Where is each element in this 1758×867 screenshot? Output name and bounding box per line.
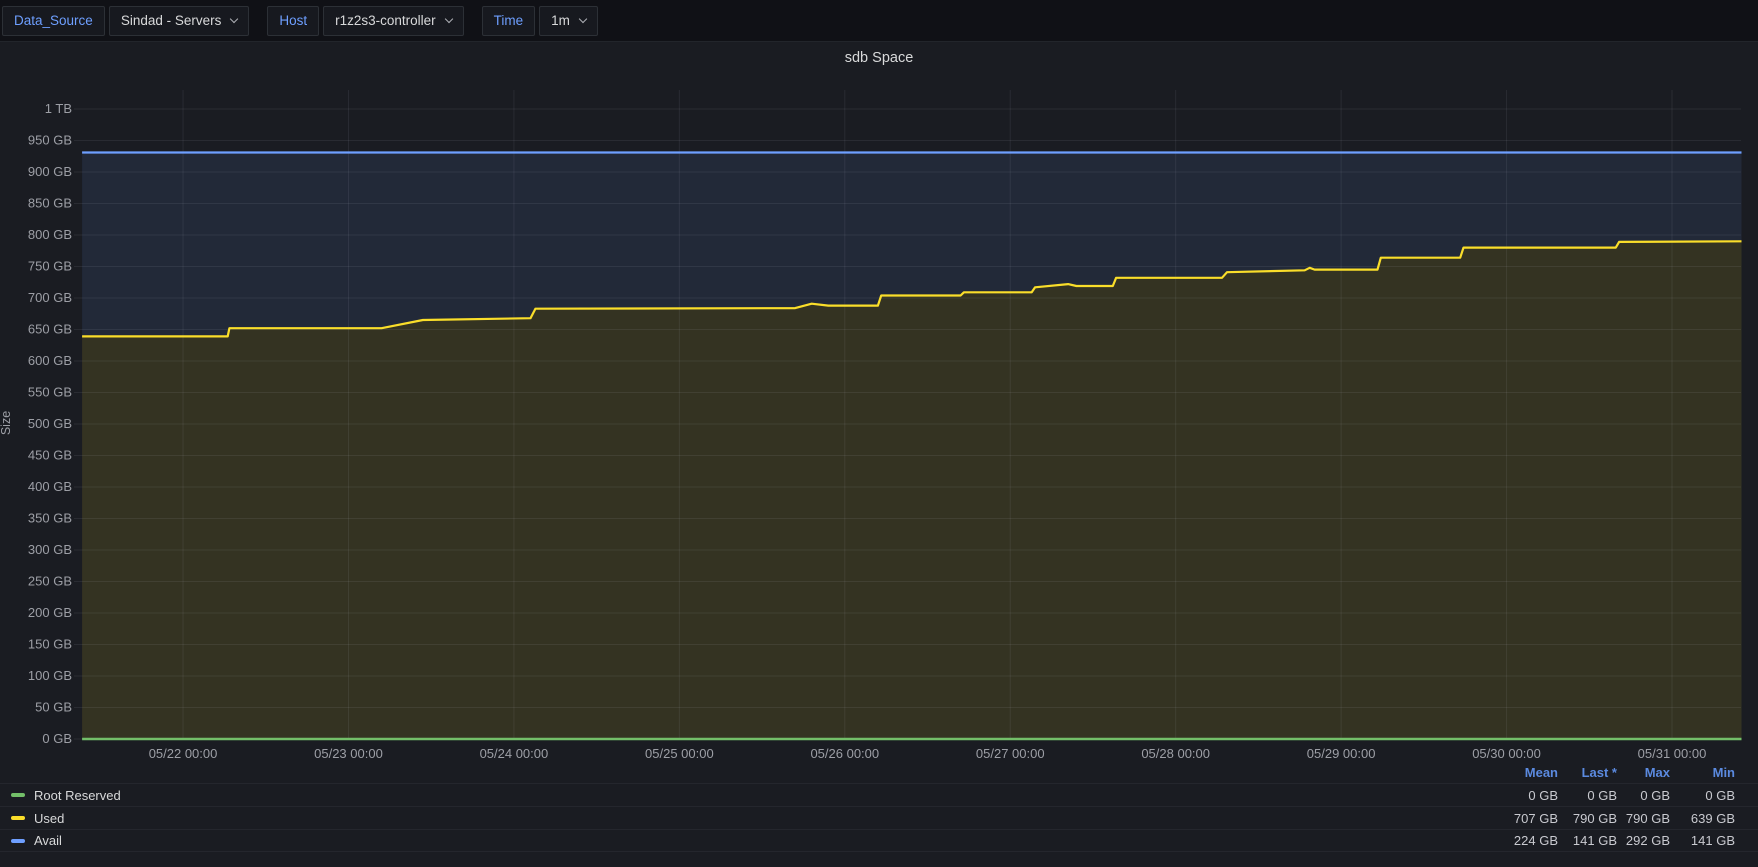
legend-stat-min: 0 GB — [1705, 787, 1735, 803]
y-axis-tick-label: 500 GB — [28, 416, 72, 431]
legend-row: Root Reserved 0 GB 0 GB 0 GB 0 GB — [0, 783, 1758, 806]
y-axis-tick-label: 650 GB — [28, 322, 72, 337]
y-axis-tick-label: 400 GB — [28, 479, 72, 494]
x-axis-tick-label: 05/25 00:00 — [645, 746, 714, 761]
y-axis-tick-label: 550 GB — [28, 385, 72, 400]
legend-table: Mean Last * Max Min Root Reserved 0 GB 0 G… — [0, 762, 1758, 852]
x-axis-tick-label: 05/28 00:00 — [1141, 746, 1210, 761]
legend-series-name: Root Reserved — [34, 787, 121, 803]
x-axis-tick-label: 05/27 00:00 — [976, 746, 1045, 761]
y-axis-tick-label: 250 GB — [28, 574, 72, 589]
legend-header-last[interactable]: Last * — [1558, 765, 1617, 780]
y-axis-tick-label: 750 GB — [28, 259, 72, 274]
y-axis-tick-label: 1 TB — [45, 101, 72, 116]
chart-svg[interactable]: 0 GB 50 GB 100 GB 150 GB 200 GB 250 GB 300 GB 3… — [0, 0, 1758, 867]
legend-stat-last: 0 GB — [1587, 787, 1617, 803]
y-axis-tick-label: 450 GB — [28, 448, 72, 463]
legend-series-label[interactable]: Avail — [0, 833, 1496, 848]
legend-stat-mean: 224 GB — [1513, 833, 1558, 848]
legend-stat-last: 141 GB — [1572, 833, 1617, 848]
x-axis-tick-label: 05/24 00:00 — [480, 746, 549, 761]
x-axis-tick-label: 05/31 00:00 — [1638, 746, 1707, 761]
legend-series-swatch-icon — [11, 793, 25, 797]
y-axis-tick-label: 100 GB — [28, 668, 72, 683]
legend-series-name: Avail — [34, 833, 62, 848]
legend-stat-mean: 0 GB — [1528, 787, 1558, 803]
x-axis-tick-label: 05/22 00:00 — [149, 746, 218, 761]
y-axis-tick-label: 600 GB — [28, 353, 72, 368]
legend-header-max[interactable]: Max — [1617, 765, 1670, 780]
x-axis-tick-label: 05/26 00:00 — [810, 746, 879, 761]
y-axis-tick-label: 50 GB — [35, 700, 72, 715]
y-axis-tick-label: 800 GB — [28, 227, 72, 242]
y-axis-tick-label: 700 GB — [28, 290, 72, 305]
legend-stat-min: 141 GB — [1690, 833, 1735, 848]
y-axis-tick-label: 150 GB — [28, 637, 72, 652]
x-axis-tick-label: 05/23 00:00 — [314, 746, 383, 761]
legend-row: Used 707 GB 790 GB 790 GB 639 GB — [0, 806, 1758, 829]
y-axis-title: Size — [0, 410, 13, 436]
legend-header-min[interactable]: Min — [1670, 765, 1735, 780]
y-axis-tick-label: 350 GB — [28, 511, 72, 526]
legend-header-mean[interactable]: Mean — [1496, 765, 1558, 780]
legend-series-name: Used — [34, 810, 65, 826]
legend-series-label[interactable]: Used — [0, 811, 1496, 826]
legend-series-swatch-icon — [11, 816, 25, 820]
legend-series-label[interactable]: Root Reserved — [0, 788, 1496, 803]
legend-row: Avail 224 GB 141 GB 292 GB 141 GB — [0, 829, 1758, 852]
y-axis-tick-label: 850 GB — [28, 196, 72, 211]
y-axis-tick-label: 950 GB — [28, 133, 72, 148]
legend-header-row: Mean Last * Max Min — [0, 762, 1758, 783]
x-axis-tick-label: 05/29 00:00 — [1307, 746, 1376, 761]
legend-series-swatch-icon — [11, 838, 25, 843]
x-axis-tick-label: 05/30 00:00 — [1472, 746, 1541, 761]
y-axis-tick-label: 0 GB — [42, 731, 72, 746]
legend-stat-mean: 707 GB — [1513, 810, 1558, 826]
legend-stat-max: 790 GB — [1625, 810, 1670, 826]
y-axis-tick-label: 200 GB — [28, 605, 72, 620]
legend-stat-max: 292 GB — [1625, 833, 1670, 848]
legend-stat-last: 790 GB — [1572, 810, 1617, 826]
y-axis-tick-label: 900 GB — [28, 164, 72, 179]
legend-stat-min: 639 GB — [1690, 810, 1735, 826]
y-axis-tick-label: 300 GB — [28, 542, 72, 557]
legend-stat-max: 0 GB — [1640, 787, 1670, 803]
